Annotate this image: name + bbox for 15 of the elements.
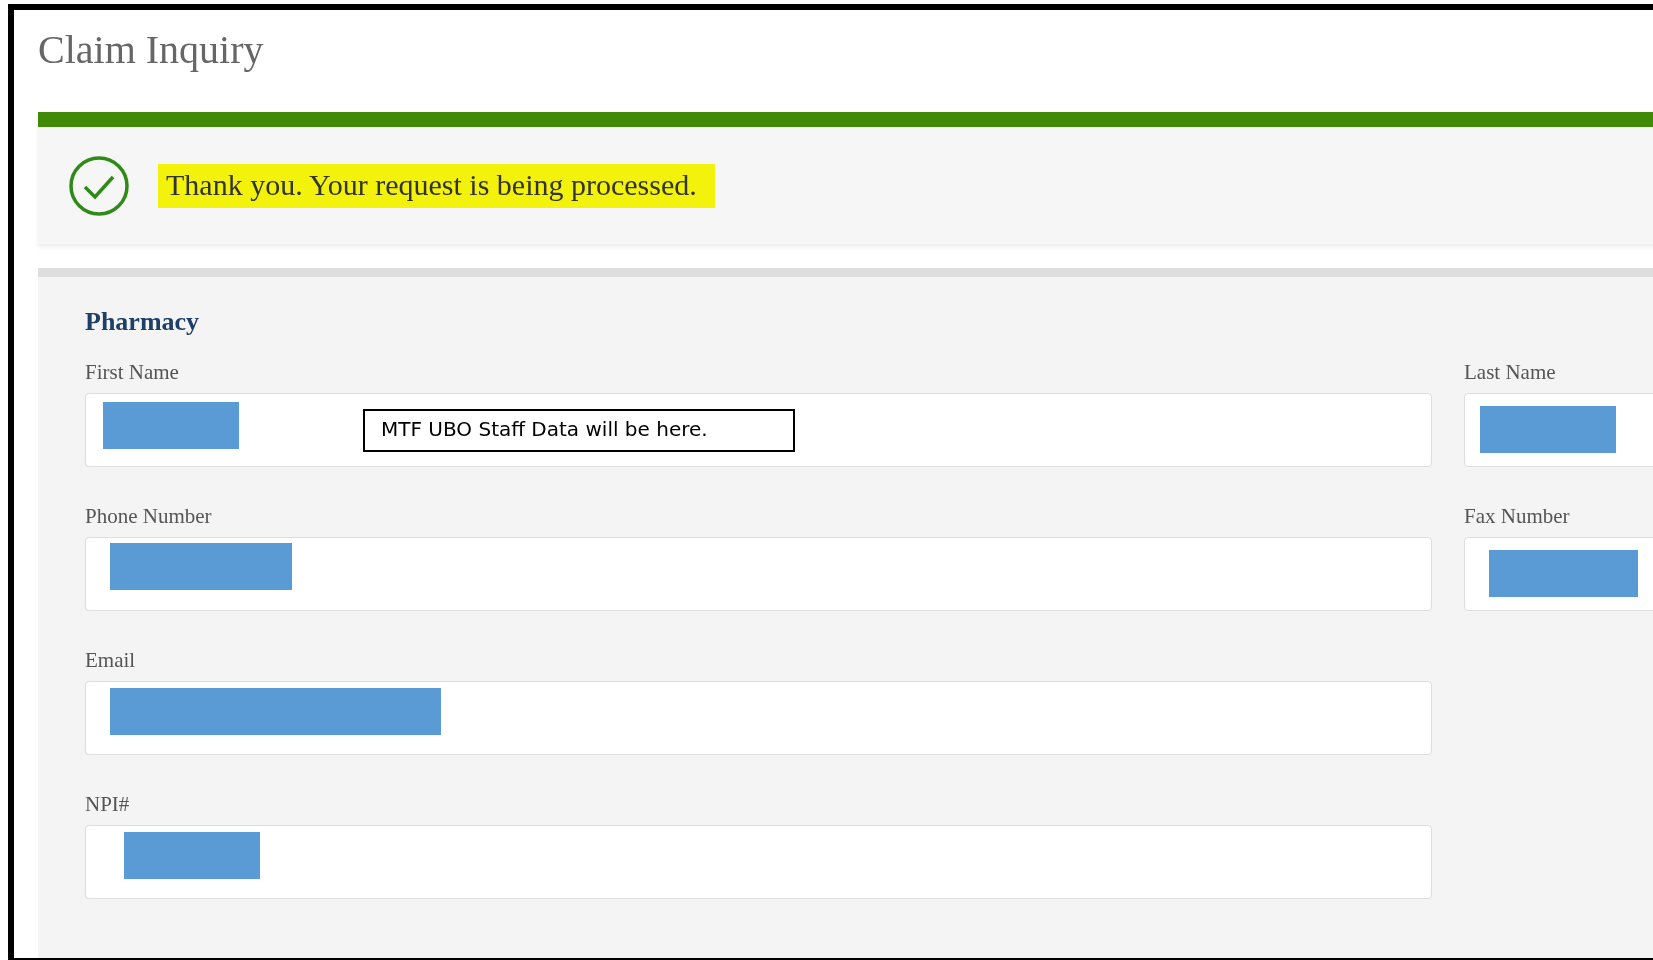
input-field[interactable] — [85, 537, 1432, 611]
field-label: Fax Number — [1464, 503, 1571, 529]
field-label: Last Name — [1464, 359, 1557, 385]
field-label: Email — [85, 647, 137, 673]
section-title: Pharmacy — [85, 307, 201, 337]
page-title: Claim Inquiry — [38, 26, 265, 74]
check-circle-icon — [68, 154, 130, 217]
callout-note: MTF UBO Staff Data will be here. — [363, 409, 795, 452]
field-label: Phone Number — [85, 503, 213, 529]
input-field[interactable] — [85, 681, 1432, 755]
field-label: First Name — [85, 359, 180, 385]
input-field[interactable] — [85, 825, 1432, 899]
field-label: NPI# — [85, 791, 131, 817]
input-field[interactable]: MTF UBO Staff Data will be here. — [85, 393, 1432, 467]
alert-message: Thank you. Your request is being processed. — [158, 163, 715, 208]
